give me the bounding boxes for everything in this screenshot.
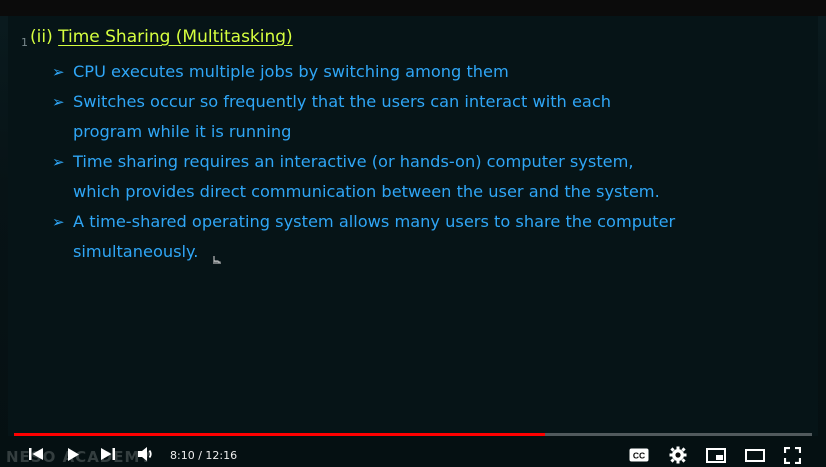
bullet-line: program while it is running bbox=[52, 117, 752, 147]
bullet-line: ➢ Time sharing requires an interactive (o… bbox=[52, 147, 752, 177]
heading-prefix: (ii) bbox=[30, 27, 53, 47]
bullet-arrow-icon: ➢ bbox=[52, 153, 65, 171]
bullet-line: ➢ Switches occur so frequently that the u… bbox=[52, 87, 752, 117]
player-controls: 8:10 / 12:16 CC bbox=[0, 441, 826, 467]
next-icon[interactable] bbox=[98, 446, 118, 462]
captions-icon[interactable]: CC bbox=[629, 448, 649, 462]
captions-label: CC bbox=[633, 451, 645, 461]
bullet-text: Time sharing requires an interactive (or… bbox=[73, 152, 634, 171]
bullet-list: ➢ CPU executes multiple jobs by switching… bbox=[52, 57, 752, 267]
top-bar bbox=[0, 0, 826, 16]
progress-played bbox=[14, 433, 546, 436]
video-player[interactable]: 1 (ii) Time Sharing (Multitasking) ➢ CPU … bbox=[0, 0, 826, 467]
bullet-text: which provides direct communication betw… bbox=[73, 182, 660, 201]
bullet-arrow-icon: ➢ bbox=[52, 63, 65, 81]
bullet-line: which provides direct communication betw… bbox=[52, 177, 752, 207]
bullet-arrow-icon: ➢ bbox=[52, 93, 65, 111]
bullet-text: Switches occur so frequently that the us… bbox=[73, 92, 611, 111]
slide-number: 1 bbox=[21, 36, 28, 49]
bullet-line: ➢ A time-shared operating system allows m… bbox=[52, 207, 752, 237]
bullet-text: CPU executes multiple jobs by switching … bbox=[73, 62, 509, 81]
fullscreen-icon[interactable] bbox=[783, 446, 801, 464]
bullet-line: simultaneously. bbox=[52, 237, 752, 267]
previous-icon[interactable] bbox=[26, 446, 46, 462]
bullet-text: program while it is running bbox=[73, 122, 292, 141]
bullet-text: simultaneously. bbox=[73, 242, 199, 261]
play-icon[interactable] bbox=[63, 446, 83, 462]
heading-title: Time Sharing (Multitasking) bbox=[58, 27, 293, 47]
settings-icon[interactable] bbox=[668, 446, 688, 464]
progress-bar[interactable] bbox=[14, 433, 812, 436]
theater-mode-icon[interactable] bbox=[744, 447, 766, 463]
volume-icon[interactable] bbox=[136, 446, 156, 462]
bullet-text: A time-shared operating system allows ma… bbox=[73, 212, 676, 231]
bullet-line: ➢ CPU executes multiple jobs by switching… bbox=[52, 57, 752, 87]
mouse-cursor-icon bbox=[213, 256, 221, 264]
time-display: 8:10 / 12:16 bbox=[170, 449, 238, 462]
bullet-arrow-icon: ➢ bbox=[52, 213, 65, 231]
miniplayer-icon[interactable] bbox=[706, 447, 726, 463]
slide-heading: (ii) Time Sharing (Multitasking) bbox=[30, 27, 293, 47]
